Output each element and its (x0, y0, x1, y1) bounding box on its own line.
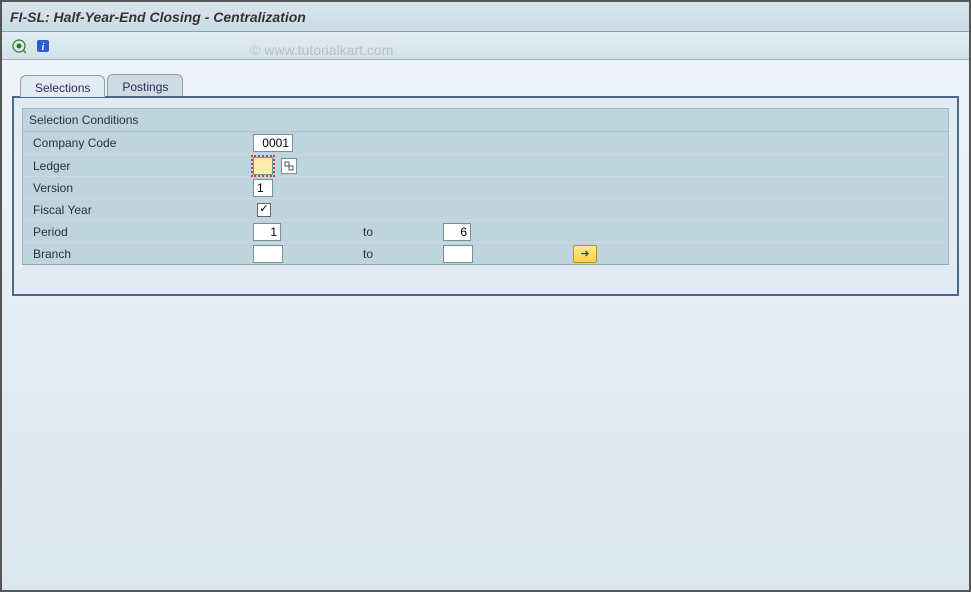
label-ledger: Ledger (23, 159, 253, 173)
label-branch: Branch (23, 247, 253, 261)
label-branch-to: to (323, 247, 443, 261)
groupbox-title: Selection Conditions (23, 109, 948, 132)
tab-selections[interactable]: Selections (20, 75, 105, 97)
main-area: Selections Postings Selection Conditions… (2, 60, 969, 590)
label-fiscal-year: Fiscal Year (23, 203, 253, 217)
ledger-search-help-button[interactable] (281, 158, 297, 174)
label-period: Period (23, 225, 253, 239)
page-title: FI-SL: Half-Year-End Closing - Centraliz… (10, 9, 306, 25)
info-button[interactable]: i (32, 36, 54, 56)
row-ledger: Ledger (23, 154, 948, 176)
fiscal-year-checkbox[interactable] (257, 203, 271, 217)
branch-from-input[interactable] (253, 245, 283, 263)
search-help-icon (284, 161, 294, 171)
company-code-input[interactable] (253, 134, 293, 152)
version-input[interactable] (253, 179, 273, 197)
ledger-input[interactable] (253, 157, 273, 175)
tab-label: Selections (35, 81, 90, 95)
branch-multiple-selection-button[interactable]: ➜ (573, 245, 597, 263)
tab-strip: Selections Postings (20, 74, 959, 96)
row-company-code: Company Code (23, 132, 948, 154)
row-fiscal-year: Fiscal Year (23, 198, 948, 220)
row-branch: Branch to ➜ (23, 242, 948, 264)
period-from-input[interactable] (253, 223, 281, 241)
tab-label: Postings (122, 80, 168, 94)
label-period-to: to (323, 225, 443, 239)
app-toolbar: i (2, 32, 969, 60)
execute-button[interactable] (8, 36, 30, 56)
label-company-code: Company Code (23, 136, 253, 150)
selection-conditions-group: Selection Conditions Company Code Ledger (22, 108, 949, 265)
label-version: Version (23, 181, 253, 195)
branch-to-input[interactable] (443, 245, 473, 263)
row-period: Period to (23, 220, 948, 242)
title-bar: FI-SL: Half-Year-End Closing - Centraliz… (2, 2, 969, 32)
info-icon: i (36, 39, 50, 53)
row-version: Version (23, 176, 948, 198)
period-to-input[interactable] (443, 223, 471, 241)
svg-text:i: i (42, 42, 45, 53)
tab-postings[interactable]: Postings (107, 74, 183, 96)
execute-icon (12, 39, 26, 53)
arrow-right-icon: ➜ (580, 247, 589, 260)
tab-panel-selections: Selection Conditions Company Code Ledger (12, 96, 959, 296)
